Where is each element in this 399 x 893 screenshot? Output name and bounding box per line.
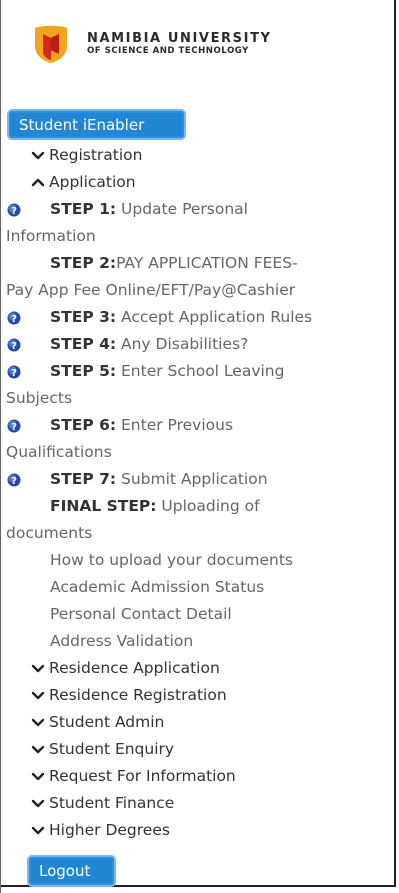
step-5-link[interactable]: ? STEP 5: Enter School Leaving Subjects <box>0 358 392 412</box>
menu-item-label: Higher Degrees <box>49 821 170 839</box>
chevron-down-icon <box>31 799 45 808</box>
chevron-down-icon <box>31 691 45 700</box>
svg-text:?: ? <box>11 341 17 352</box>
step-number: STEP 6: <box>50 416 117 434</box>
svg-text:?: ? <box>11 368 17 379</box>
menu-item-application[interactable]: Application <box>0 169 392 196</box>
menu-item-label: Student Finance <box>49 794 175 812</box>
svg-text:?: ? <box>11 422 17 433</box>
chevron-down-icon <box>31 826 45 835</box>
menu-item-residence-application[interactable]: Residence Application <box>0 655 392 682</box>
chevron-down-icon <box>31 745 45 754</box>
svg-text:?: ? <box>11 206 17 217</box>
menu-item-student-enquiry[interactable]: Student Enquiry <box>0 736 392 763</box>
step-text-cont: Pay App Fee Online/EFT/Pay@Cashier <box>6 281 296 299</box>
final-step-link[interactable]: FINAL STEP: Uploading of documents <box>0 493 392 547</box>
chevron-down-icon <box>31 664 45 673</box>
step-2-link[interactable]: STEP 2:PAY APPLICATION FEES- Pay App Fee… <box>0 250 392 304</box>
svg-text:?: ? <box>11 314 17 325</box>
help-icon: ? <box>7 473 21 487</box>
menu-item-request-information[interactable]: Request For Information <box>0 763 392 790</box>
logo-line-2: OF SCIENCE AND TECHNOLOGY <box>87 46 249 57</box>
step-number: FINAL STEP: <box>50 497 157 515</box>
university-logo: NAMIBIA UNIVERSITY OF SCIENCE AND TECHNO… <box>33 24 272 64</box>
step-6-link[interactable]: ? STEP 6: Enter Previous Qualifications <box>0 412 392 466</box>
logo-line-1: NAMIBIA UNIVERSITY <box>87 31 272 47</box>
svg-text:?: ? <box>11 476 17 487</box>
menu-link-upload-howto[interactable]: How to upload your documents <box>0 547 392 574</box>
menu-item-student-finance[interactable]: Student Finance <box>0 790 392 817</box>
chevron-up-icon <box>31 178 45 187</box>
menu-link-address-validation[interactable]: Address Validation <box>0 628 392 655</box>
step-text-cont: documents <box>6 524 93 542</box>
student-ienabler-button[interactable]: Student iEnabler <box>9 111 184 138</box>
nust-shield-icon <box>35 25 67 63</box>
menu-link-label: How to upload your documents <box>50 551 294 569</box>
step-3-link[interactable]: ? STEP 3: Accept Application Rules <box>0 304 392 331</box>
menu-link-label: Academic Admission Status <box>50 578 265 596</box>
menu-link-label: Address Validation <box>50 632 194 650</box>
help-icon: ? <box>7 203 21 217</box>
step-number: STEP 2: <box>50 254 117 272</box>
menu-item-label: Student Enquiry <box>49 740 175 758</box>
menu-item-registration[interactable]: Registration <box>0 142 392 169</box>
menu-item-student-admin[interactable]: Student Admin <box>0 709 392 736</box>
step-number: STEP 4: <box>50 335 117 353</box>
menu-item-label: Registration <box>49 146 143 164</box>
chevron-down-icon <box>31 718 45 727</box>
menu-item-label: Residence Application <box>49 659 220 677</box>
menu-item-label: Residence Registration <box>49 686 227 704</box>
step-number: STEP 5: <box>50 362 117 380</box>
help-icon: ? <box>7 338 21 352</box>
menu-item-label: Request For Information <box>49 767 236 785</box>
step-text: Enter Previous <box>116 416 234 434</box>
step-text: Update Personal <box>116 200 248 218</box>
chevron-down-icon <box>31 151 45 160</box>
step-text: Accept Application Rules <box>116 308 313 326</box>
step-number: STEP 1: <box>50 200 117 218</box>
menu-item-higher-degrees[interactable]: Higher Degrees <box>0 817 392 844</box>
step-number: STEP 7: <box>50 470 117 488</box>
step-number: STEP 3: <box>50 308 117 326</box>
help-icon: ? <box>7 365 21 379</box>
help-icon: ? <box>7 419 21 433</box>
step-text: Any Disabilities? <box>116 335 249 353</box>
navigation-menu: Registration Application ? STEP 1: Updat… <box>0 142 392 844</box>
step-1-link[interactable]: ? STEP 1: Update Personal Information <box>0 196 392 250</box>
step-text-cont: Qualifications <box>6 443 112 461</box>
step-text: Enter School Leaving <box>116 362 285 380</box>
logout-button[interactable]: Logout <box>29 857 114 885</box>
menu-item-label: Application <box>49 173 136 191</box>
step-text: Submit Application <box>116 470 268 488</box>
menu-item-label: Student Admin <box>49 713 165 731</box>
menu-item-residence-registration[interactable]: Residence Registration <box>0 682 392 709</box>
menu-link-admission-status[interactable]: Academic Admission Status <box>0 574 392 601</box>
help-icon: ? <box>7 311 21 325</box>
step-7-link[interactable]: ? STEP 7: Submit Application <box>0 466 392 493</box>
step-text-cont: Information <box>6 227 96 245</box>
chevron-down-icon <box>31 772 45 781</box>
step-text-cont: Subjects <box>6 389 73 407</box>
step-text: PAY APPLICATION FEES- <box>116 254 298 272</box>
step-4-link[interactable]: ? STEP 4: Any Disabilities? <box>0 331 392 358</box>
menu-link-label: Personal Contact Detail <box>50 605 232 623</box>
menu-link-contact-detail[interactable]: Personal Contact Detail <box>0 601 392 628</box>
step-text: Uploading of <box>156 497 260 515</box>
